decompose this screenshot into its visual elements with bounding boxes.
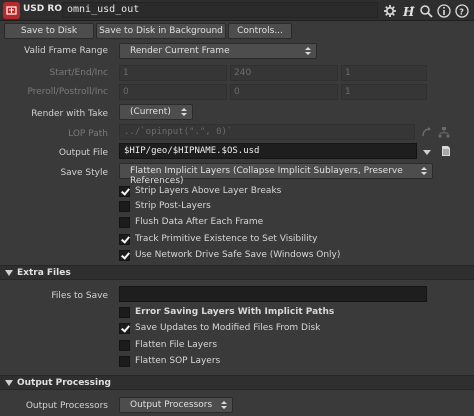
output-processing-section-header[interactable]: Output Processing bbox=[0, 375, 474, 390]
checkbox[interactable] bbox=[119, 339, 130, 351]
updown-arrows-icon bbox=[181, 108, 187, 116]
checkbox-label: Use Network Drive Safe Save (Windows Onl… bbox=[135, 250, 341, 260]
node-name-field[interactable]: omni_usd_out bbox=[62, 2, 378, 18]
checkbox-label: Error Saving Layers With Implicit Paths bbox=[135, 307, 335, 317]
search-icon[interactable] bbox=[418, 3, 433, 18]
jump-to-node-icon[interactable] bbox=[421, 126, 433, 138]
svg-text:?: ? bbox=[459, 7, 464, 16]
save-style-value: Flatten Implicit Layers (Collapse Implic… bbox=[130, 166, 403, 186]
collapse-triangle-icon bbox=[5, 270, 13, 276]
section-title: Extra Files bbox=[17, 268, 71, 278]
lop-path-label: LOP Path bbox=[68, 129, 108, 139]
save-style-dropdown[interactable]: Flatten Implicit Layers (Collapse Implic… bbox=[119, 163, 433, 186]
output-processors-value: Output Processors bbox=[130, 400, 213, 410]
info-icon[interactable] bbox=[436, 3, 451, 18]
checkbox-label: Strip Post-Layers bbox=[135, 201, 211, 211]
postroll-field[interactable]: 0 bbox=[230, 84, 338, 100]
valid-frame-range-value: Render Current Frame bbox=[130, 46, 230, 56]
strip-post-layers-toggle[interactable]: Strip Post-Layers bbox=[119, 199, 211, 213]
updown-arrows-icon bbox=[421, 167, 427, 175]
end-frame-field[interactable]: 240 bbox=[230, 65, 338, 81]
checkbox-label: Flatten File Layers bbox=[135, 340, 218, 350]
collapse-triangle-icon bbox=[5, 380, 13, 386]
updown-arrows-icon bbox=[221, 401, 227, 409]
save-updates-modified-files-toggle[interactable]: Save Updates to Modified Files From Disk bbox=[119, 321, 320, 335]
save-to-disk-background-button[interactable]: Save to Disk in Background bbox=[96, 23, 226, 39]
dropdown-arrow-icon[interactable] bbox=[421, 146, 433, 158]
valid-frame-range-dropdown[interactable]: Render Current Frame bbox=[119, 43, 317, 59]
checkbox[interactable] bbox=[119, 233, 130, 245]
checkbox[interactable] bbox=[119, 322, 130, 334]
output-file-label: Output File bbox=[58, 148, 108, 158]
render-with-take-value: (Current) bbox=[130, 107, 171, 117]
checkbox-label: Flush Data After Each Frame bbox=[135, 217, 264, 227]
parameter-pane-header: USD ROP omni_usd_out H ? bbox=[0, 0, 474, 21]
save-style-label: Save Style bbox=[60, 168, 108, 178]
usd-rop-node-icon bbox=[3, 2, 20, 19]
preroll-field[interactable]: 0 bbox=[119, 84, 227, 100]
output-processors-dropdown[interactable]: Output Processors bbox=[119, 397, 233, 413]
output-file-field[interactable]: $HIP/geo/$HIPNAME.$OS.usd bbox=[119, 143, 417, 159]
preroll-postroll-label: Preroll/Postroll/Inc bbox=[27, 87, 108, 97]
checkbox[interactable] bbox=[119, 355, 130, 367]
output-processors-label: Output Processors bbox=[25, 401, 108, 411]
checkbox[interactable] bbox=[119, 185, 130, 197]
checkbox-label: Track Primitive Existence to Set Visibil… bbox=[135, 234, 318, 244]
save-to-disk-button[interactable]: Save to Disk bbox=[4, 23, 94, 39]
flatten-sop-layers-toggle[interactable]: Flatten SOP Layers bbox=[119, 354, 220, 368]
gear-icon[interactable] bbox=[382, 3, 397, 18]
error-saving-implicit-paths-toggle[interactable]: Error Saving Layers With Implicit Paths bbox=[119, 305, 334, 319]
file-chooser-icon[interactable] bbox=[440, 145, 452, 157]
track-primitive-existence-toggle[interactable]: Track Primitive Existence to Set Visibil… bbox=[119, 232, 317, 246]
render-with-take-dropdown[interactable]: (Current) bbox=[119, 104, 193, 120]
start-end-inc-label: Start/End/Inc bbox=[49, 68, 108, 78]
checkbox-label: Strip Layers Above Layer Breaks bbox=[135, 186, 282, 196]
checkbox-label: Save Updates to Modified Files From Disk bbox=[135, 323, 321, 333]
preroll-inc-field[interactable]: 1 bbox=[341, 84, 427, 100]
extra-files-section-header[interactable]: Extra Files bbox=[0, 265, 474, 280]
valid-frame-range-label: Valid Frame Range bbox=[24, 46, 108, 56]
start-frame-field[interactable]: 1 bbox=[119, 65, 227, 81]
network-drive-safe-save-toggle[interactable]: Use Network Drive Safe Save (Windows Onl… bbox=[119, 248, 340, 262]
files-to-save-field[interactable] bbox=[119, 286, 427, 302]
checkbox[interactable] bbox=[119, 249, 130, 261]
inc-frame-field[interactable]: 1 bbox=[341, 65, 427, 81]
updown-arrows-icon bbox=[305, 47, 311, 55]
flatten-file-layers-toggle[interactable]: Flatten File Layers bbox=[119, 338, 217, 352]
lop-path-field[interactable]: ../`opinput(".", 0)` bbox=[119, 124, 415, 140]
houdini-help-icon[interactable]: H bbox=[400, 3, 415, 18]
checkbox-label: Flatten SOP Layers bbox=[135, 356, 221, 366]
node-chooser-icon[interactable] bbox=[438, 126, 450, 138]
strip-layers-above-breaks-toggle[interactable]: Strip Layers Above Layer Breaks bbox=[119, 184, 281, 198]
checkbox[interactable] bbox=[119, 216, 130, 228]
controls-button[interactable]: Controls... bbox=[228, 23, 292, 39]
files-to-save-label: Files to Save bbox=[51, 291, 108, 301]
help-icon[interactable]: ? bbox=[454, 3, 469, 18]
render-with-take-label: Render with Take bbox=[31, 109, 108, 119]
flush-data-after-each-frame-toggle[interactable]: Flush Data After Each Frame bbox=[119, 215, 263, 229]
checkbox[interactable] bbox=[119, 306, 130, 318]
section-title: Output Processing bbox=[17, 378, 111, 388]
checkbox[interactable] bbox=[119, 200, 130, 212]
